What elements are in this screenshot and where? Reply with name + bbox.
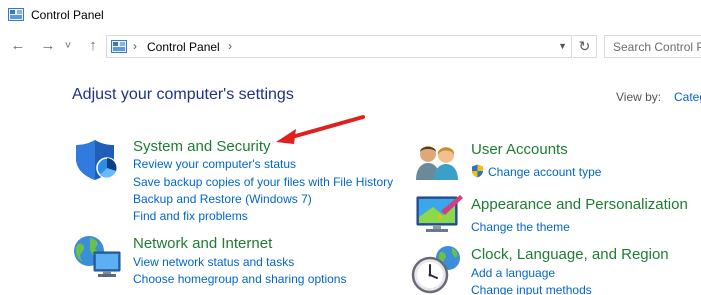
link-network-status[interactable]: View network status and tasks [133, 255, 294, 269]
clock-globe-icon[interactable] [410, 244, 466, 295]
up-arrow-icon[interactable]: ↑ [85, 38, 101, 54]
category-title-network-internet[interactable]: Network and Internet [133, 235, 272, 252]
link-change-theme[interactable]: Change the theme [471, 220, 570, 234]
breadcrumb-separator-icon[interactable]: › [228, 39, 232, 53]
control-panel-icon [111, 40, 127, 53]
link-review-status[interactable]: Review your computer's status [133, 157, 296, 171]
breadcrumb-control-panel[interactable]: Control Panel [147, 40, 220, 54]
category-title-clock-language-region[interactable]: Clock, Language, and Region [471, 246, 669, 263]
shield-icon[interactable] [74, 138, 120, 182]
link-file-history[interactable]: Save backup copies of your files with Fi… [133, 175, 393, 189]
back-arrow-icon[interactable]: ← [10, 38, 26, 54]
category-title-system-security[interactable]: System and Security [133, 138, 271, 155]
link-change-account-type[interactable]: Change account type [488, 165, 601, 179]
uac-shield-icon [472, 164, 483, 178]
link-homegroup-sharing[interactable]: Choose homegroup and sharing options [133, 272, 346, 286]
view-by-label: View by: [616, 90, 662, 104]
link-find-fix-problems[interactable]: Find and fix problems [133, 209, 248, 223]
refresh-button[interactable]: ↻ [573, 35, 597, 58]
page-title: Adjust your computer's settings [72, 86, 294, 103]
title-bar: Control Panel [0, 0, 701, 30]
address-dropdown-icon[interactable]: ▼ [558, 41, 567, 51]
window-title: Control Panel [31, 8, 104, 22]
recent-locations-chevron-icon[interactable]: ˅ [63, 38, 73, 54]
control-panel-icon [8, 8, 24, 21]
search-input[interactable] [605, 36, 701, 57]
red-arrow-annotation [276, 115, 365, 144]
users-icon[interactable] [414, 142, 464, 182]
search-box[interactable] [604, 35, 701, 58]
view-by-dropdown[interactable]: Categ [674, 90, 701, 104]
category-title-user-accounts[interactable]: User Accounts [471, 141, 568, 158]
link-add-language[interactable]: Add a language [471, 266, 555, 280]
link-backup-restore[interactable]: Backup and Restore (Windows 7) [133, 192, 312, 206]
address-bar[interactable]: › Control Panel › ▼ [106, 35, 572, 58]
navigation-bar: ← → ˅ ↑ › Control Panel › ▼ ↻ [0, 34, 701, 60]
forward-arrow-icon[interactable]: → [40, 38, 56, 54]
link-change-input-methods[interactable]: Change input methods [471, 283, 592, 295]
network-globe-icon[interactable] [72, 234, 122, 278]
breadcrumb-separator-icon[interactable]: › [133, 39, 137, 53]
monitor-paint-icon[interactable] [413, 193, 465, 237]
category-title-appearance[interactable]: Appearance and Personalization [471, 196, 688, 213]
